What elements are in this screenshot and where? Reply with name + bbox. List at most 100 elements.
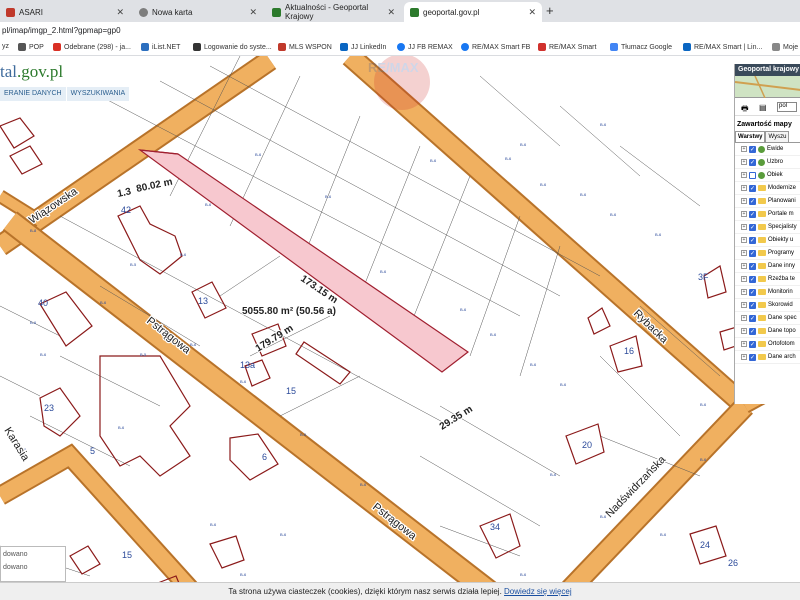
layer-checkbox[interactable]: ✓: [749, 275, 756, 283]
layer-row[interactable]: + ✓ Portale m: [735, 208, 800, 221]
geoportal-favicon-icon: [410, 7, 419, 17]
layer-row[interactable]: + ✓ Ewide: [735, 143, 800, 156]
bookmark-yz[interactable]: yz: [2, 43, 9, 50]
layer-row[interactable]: + ✓ Monitorin: [735, 286, 800, 299]
layer-row[interactable]: + ✓ Planowani: [735, 195, 800, 208]
expand-icon[interactable]: +: [741, 315, 747, 321]
expand-icon[interactable]: +: [741, 185, 747, 191]
layer-checkbox[interactable]: ✓: [749, 184, 756, 192]
expand-icon[interactable]: +: [741, 302, 747, 308]
layer-row[interactable]: + ✓ Rzeźba te: [735, 273, 800, 286]
expand-icon[interactable]: +: [741, 289, 747, 295]
expand-icon[interactable]: +: [741, 341, 747, 347]
geoportal-favicon-icon: [272, 7, 281, 17]
svg-text:B-6: B-6: [490, 332, 497, 337]
tab-aktualnosci[interactable]: Aktualności - Geoportal Krajowy ✕: [266, 2, 401, 22]
close-tab-icon[interactable]: ✕: [116, 7, 124, 18]
bookmark-remax-smart[interactable]: RE/MAX Smart: [538, 43, 596, 51]
overview-minimap[interactable]: [734, 75, 800, 99]
layer-checkbox[interactable]: ✓: [749, 262, 756, 270]
layer-row[interactable]: + ✓ Obiekty u: [735, 234, 800, 247]
menu-item-pobieranie[interactable]: ERANIE DANYCH: [0, 87, 67, 101]
layer-row[interactable]: + Obiek: [735, 169, 800, 182]
expand-icon[interactable]: +: [741, 172, 747, 178]
bookmark-linkedin[interactable]: JJ LinkedIn: [340, 43, 386, 51]
bookmark-moje[interactable]: Moje: [772, 43, 798, 51]
url-text[interactable]: pl/imap/imgp_2.html?gpmap=gp0: [2, 26, 121, 35]
tab-label: ASARI: [19, 7, 44, 17]
layer-row[interactable]: + ✓ Skorowid: [735, 299, 800, 312]
layer-checkbox[interactable]: ✓: [749, 158, 756, 166]
layer-row[interactable]: + ✓ Modernize: [735, 182, 800, 195]
expand-icon[interactable]: +: [741, 276, 747, 282]
layer-checkbox[interactable]: [749, 171, 756, 179]
layer-row[interactable]: + ✓ Dane topo: [735, 325, 800, 338]
geoportal-logo[interactable]: tal.gov.pl: [0, 62, 63, 82]
layer-checkbox[interactable]: ✓: [749, 288, 756, 296]
bookmark-ilist[interactable]: iList.NET: [141, 43, 180, 51]
layer-row[interactable]: + ✓ Dane inny: [735, 260, 800, 273]
tab-geoportal-active[interactable]: geoportal.gov.pl ✕: [404, 2, 542, 22]
layer-row[interactable]: + ✓ Programy: [735, 247, 800, 260]
svg-text:B-6: B-6: [205, 202, 212, 207]
bookmark-fb-remax[interactable]: JJ FB REMAX: [397, 43, 453, 51]
layer-row[interactable]: + ✓ Dane spec: [735, 312, 800, 325]
new-tab-plus-icon[interactable]: +: [546, 3, 554, 18]
svg-text:B-6: B-6: [210, 522, 217, 527]
layer-checkbox[interactable]: ✓: [749, 249, 756, 257]
tab-asari[interactable]: ASARI ✕: [0, 2, 130, 22]
expand-icon[interactable]: +: [741, 198, 747, 204]
layer-checkbox[interactable]: ✓: [749, 236, 756, 244]
expand-icon[interactable]: +: [741, 354, 747, 360]
bookmark-gmail[interactable]: Odebrane (298) - ja...: [53, 43, 131, 51]
road-pstragowa: [3, 213, 507, 600]
street-karasia: Karasia: [1, 425, 31, 464]
layers-icon[interactable]: ▤: [759, 103, 767, 112]
close-tab-icon[interactable]: ✕: [249, 7, 257, 18]
layer-label: Skorowid: [768, 302, 793, 308]
address-bar[interactable]: pl/imap/imgp_2.html?gpmap=gp0: [0, 22, 800, 40]
tab-warstwy[interactable]: Warstwy: [735, 131, 766, 142]
tab-new[interactable]: Nowa karta ✕: [133, 2, 263, 22]
bookmark-remax-linkedin[interactable]: RE/MAX Smart | Lin...: [683, 43, 762, 51]
layer-label: Specjalisty: [768, 224, 797, 230]
tab-wyszukiwanie[interactable]: Wyszu: [765, 131, 790, 142]
print-icon[interactable]: 🖶: [741, 103, 749, 117]
cadastral-map[interactable]: B-6 B-6 B-6 B-6 B-6 B-6 B-6 B-6 B-6 B-6 B-6 B-…: [0, 56, 800, 600]
layer-checkbox[interactable]: ✓: [749, 353, 756, 361]
close-tab-icon[interactable]: ✕: [528, 7, 536, 18]
layer-checkbox[interactable]: ✓: [749, 314, 756, 322]
language-select[interactable]: pol: [777, 102, 797, 112]
folder-icon: [758, 250, 766, 256]
cookie-learn-more-link[interactable]: Dowiedz się więcej: [504, 587, 572, 596]
expand-icon[interactable]: +: [741, 328, 747, 334]
folder-icon: [758, 224, 766, 230]
layer-checkbox[interactable]: ✓: [749, 210, 756, 218]
expand-icon[interactable]: +: [741, 263, 747, 269]
expand-icon[interactable]: +: [741, 211, 747, 217]
bookmark-logowanie[interactable]: Logowanie do syste...: [193, 43, 272, 51]
layer-checkbox[interactable]: ✓: [749, 327, 756, 335]
svg-text:24: 24: [700, 540, 710, 550]
layer-checkbox[interactable]: ✓: [749, 197, 756, 205]
bookmark-pop[interactable]: POP: [18, 43, 44, 51]
expand-icon[interactable]: +: [741, 237, 747, 243]
layer-row[interactable]: + ✓ Uzbro: [735, 156, 800, 169]
layer-row[interactable]: + ✓ Dane arch: [735, 351, 800, 364]
layer-row[interactable]: + ✓ Specjalisty: [735, 221, 800, 234]
bookmark-remax-fb[interactable]: RE/MAX Smart FB: [461, 43, 530, 51]
layer-row[interactable]: + ✓ Ortofotom: [735, 338, 800, 351]
close-tab-icon[interactable]: ✕: [387, 7, 395, 18]
layer-checkbox[interactable]: ✓: [749, 223, 756, 231]
expand-icon[interactable]: +: [741, 146, 747, 152]
layer-checkbox[interactable]: ✓: [749, 340, 756, 348]
bookmark-mls[interactable]: MLS WSPON: [278, 43, 332, 51]
expand-icon[interactable]: +: [741, 159, 747, 165]
menu-item-wyszukiwania[interactable]: WYSZUKIWANIA: [66, 87, 131, 101]
expand-icon[interactable]: +: [741, 224, 747, 230]
expand-icon[interactable]: +: [741, 250, 747, 256]
bookmark-google-translate[interactable]: Tłumacz Google: [610, 43, 672, 51]
layer-checkbox[interactable]: ✓: [749, 145, 756, 153]
svg-text:13: 13: [198, 296, 208, 306]
layer-checkbox[interactable]: ✓: [749, 301, 756, 309]
